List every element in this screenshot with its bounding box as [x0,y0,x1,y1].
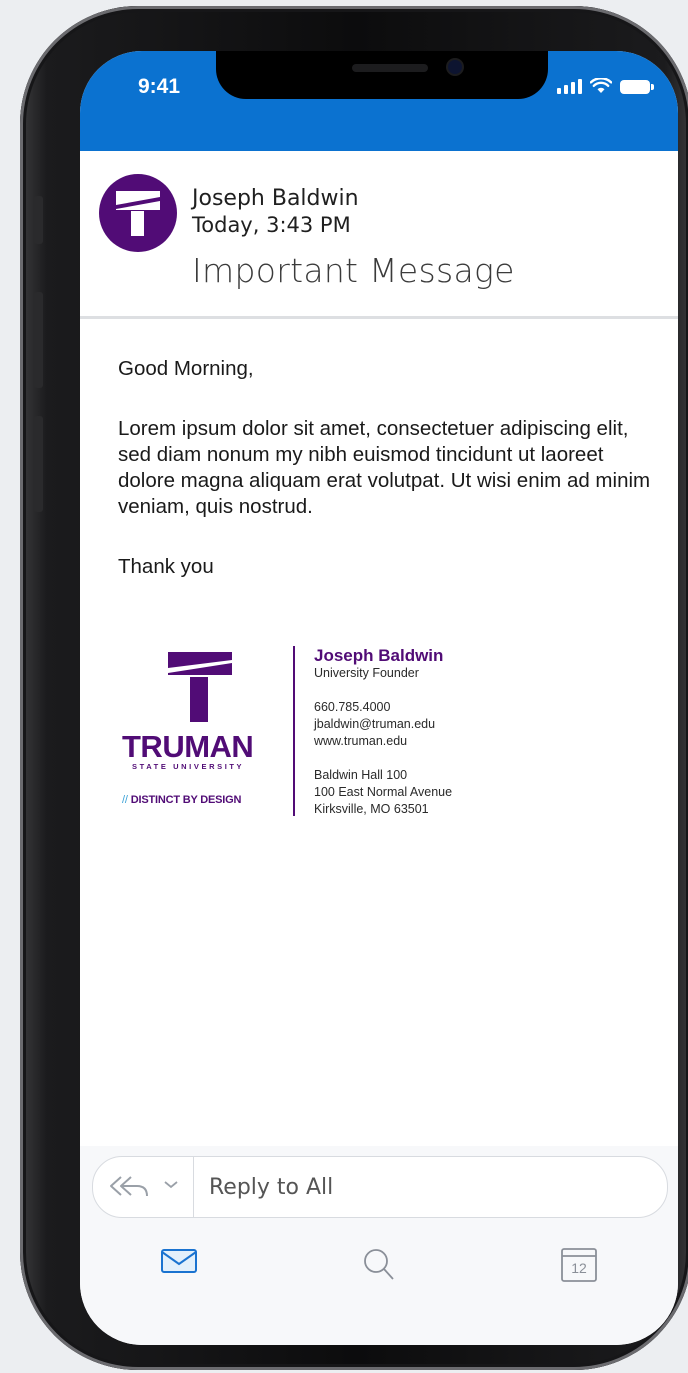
signature-address-line3: Kirksville, MO 63501 [314,802,429,816]
status-bar: 9:41 [80,51,678,151]
signature-name: Joseph Baldwin [314,646,444,665]
message-header: Joseph Baldwin Today, 3:43 PM Important … [80,151,678,319]
message-body: Lorem ipsum dolor sit amet, consectetuer… [118,417,651,518]
tab-calendar[interactable]: 12 [560,1246,598,1284]
reply-all-icon[interactable] [107,1171,151,1201]
reply-all-label: Reply to All [209,1175,334,1200]
logo-tagline: //DISTINCT BY DESIGN [122,794,241,806]
tagline-slash-mark: // [122,794,128,806]
status-time: 9:41 [138,75,181,98]
message-date: Today, 3:43 PM [192,213,351,237]
wifi-icon [590,78,612,93]
cellular-signal-icon [557,79,582,94]
battery-icon [620,80,654,94]
signature-email[interactable]: jbaldwin@truman.edu [314,717,435,731]
calendar-day: 12 [571,1260,587,1276]
message-closing: Thank you [118,555,214,578]
reply-bar: Reply to All [80,1146,678,1234]
sender-avatar[interactable] [99,174,177,252]
tab-search[interactable] [360,1246,398,1289]
signature-title: University Founder [314,666,419,680]
signature-website[interactable]: www.truman.edu [314,734,407,748]
signature-address-line2: 100 East Normal Avenue [314,785,453,799]
signature-phone[interactable]: 660.785.4000 [314,700,390,714]
side-button-mute [34,196,43,244]
logo-subtitle: STATE UNIVERSITY [132,762,245,771]
front-camera [448,60,462,74]
phone-frame: 9:41 Joseph Baldwin Today, 3:43 PM Impor… [20,6,688,1370]
reply-separator [193,1157,194,1217]
side-button-volume-up [34,292,43,388]
truman-t-icon [116,191,160,236]
signature-divider [293,646,295,816]
logo-wordmark: TRUMAN [122,729,254,764]
reply-all-field[interactable]: Reply to All [92,1156,668,1218]
search-icon [364,1249,394,1280]
mail-icon [161,1249,197,1273]
message-subject: Important Message [192,251,515,290]
chevron-down-icon[interactable] [163,1179,179,1191]
notch [216,51,548,99]
email-signature: TRUMAN STATE UNIVERSITY //DISTINCT BY DE… [120,646,540,826]
signature-address-line1: Baldwin Hall 100 [314,768,408,782]
tagline-text: DISTINCT BY DESIGN [130,794,242,806]
tab-bar: 12 [80,1234,678,1345]
phone-screen: 9:41 Joseph Baldwin Today, 3:43 PM Impor… [80,51,678,1345]
speaker-grille [352,64,428,72]
status-icons [557,78,654,94]
message-greeting: Good Morning, [118,357,254,380]
side-button-volume-down [34,416,43,512]
tab-mail[interactable] [160,1246,198,1281]
sender-name: Joseph Baldwin [192,186,359,211]
truman-logo-icon [168,652,232,722]
